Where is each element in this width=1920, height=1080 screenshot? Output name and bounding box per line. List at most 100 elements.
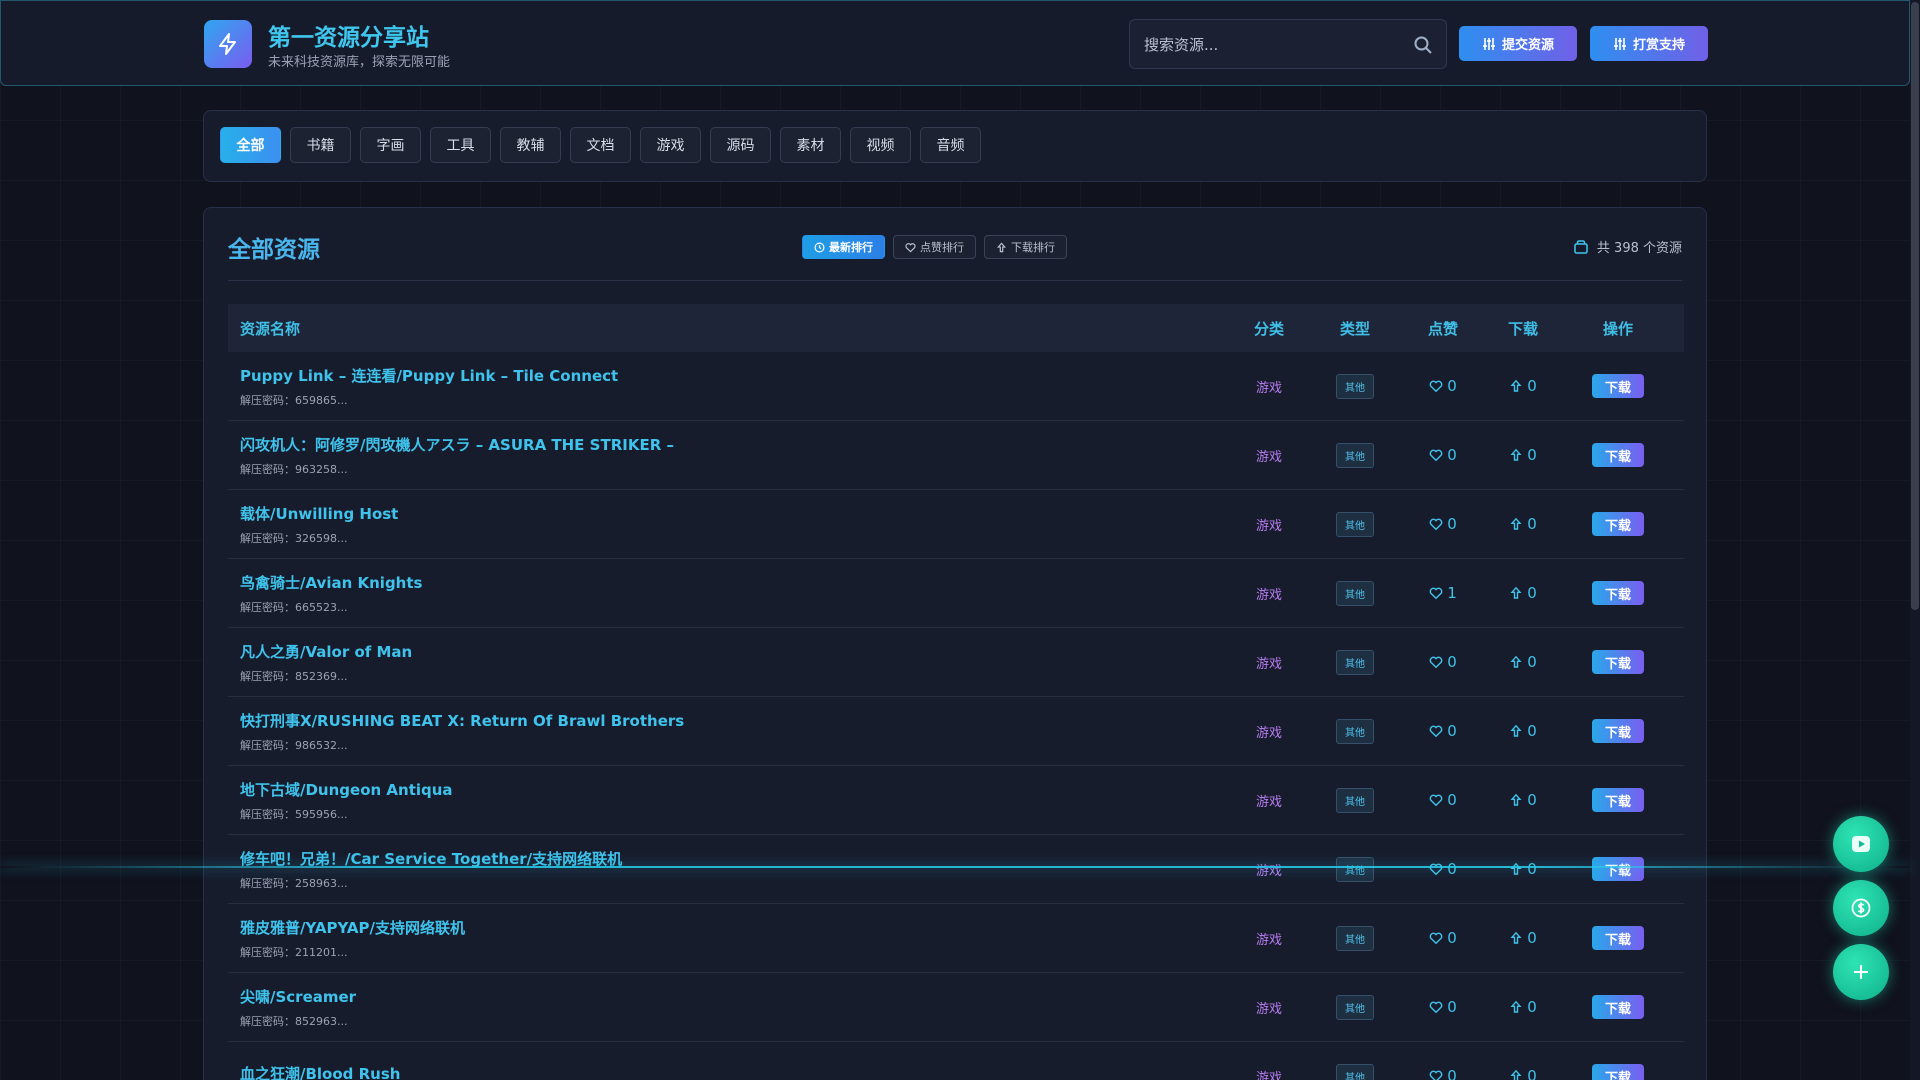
download-button[interactable]: 下载 [1592,926,1644,950]
category-audio[interactable]: 音频 [920,127,981,163]
download-button[interactable]: 下载 [1592,995,1644,1019]
like-button[interactable]: 0 [1429,791,1457,809]
download-button[interactable]: 下载 [1592,650,1644,674]
table-row[interactable]: 血之狂潮/Blood Rush 游戏 其他 0 0 下载 [228,1042,1684,1080]
table-row[interactable]: 尖啸/Screamer 解压密码：852963... 游戏 其他 0 0 下载 [228,973,1684,1042]
donate-float-button[interactable] [1833,880,1889,936]
resource-name-link[interactable]: 凡人之勇/Valor of Man [240,641,1230,662]
like-button[interactable]: 0 [1429,446,1457,464]
category-text[interactable]: 游戏 [1256,588,1282,603]
heart-icon [1429,449,1443,462]
category-text[interactable]: 游戏 [1256,1002,1282,1017]
logo[interactable] [204,20,252,68]
category-calligraphy[interactable]: 字画 [360,127,421,163]
table-row[interactable]: 雅皮雅普/YAPYAP/支持网络联机 解压密码：211201... 游戏 其他 0 0 下载 [228,904,1684,973]
site-title[interactable]: 第一资源分享站 [268,18,429,52]
table-row[interactable]: 闪攻机人：阿修罗/閃攻機人アスラ – ASURA THE STRIKER – 解压… [228,421,1684,490]
table-body: Puppy Link – 连连看/Puppy Link – Tile Conne… [228,352,1684,1080]
category-text[interactable]: 游戏 [1256,1071,1282,1080]
category-text[interactable]: 游戏 [1256,726,1282,741]
download-stat: 0 [1509,929,1537,947]
likes-cell: 0 [1402,929,1484,947]
resource-name-link[interactable]: 快打刑事X/RUSHING BEAT X: Return Of Brawl Br… [240,710,1230,731]
resource-name-link[interactable]: 地下古域/Dungeon Antiqua [240,779,1230,800]
category-text[interactable]: 游戏 [1256,864,1282,879]
category-books[interactable]: 书籍 [290,127,351,163]
resource-name-link[interactable]: 尖啸/Screamer [240,986,1230,1007]
download-button[interactable]: 下载 [1592,512,1644,536]
resource-name-cell: 载体/Unwilling Host 解压密码：326598... [228,503,1230,546]
category-video[interactable]: 视频 [850,127,911,163]
category-all[interactable]: 全部 [220,127,281,163]
header-type[interactable]: 类型 [1308,318,1402,339]
like-button[interactable]: 0 [1429,929,1457,947]
table-row[interactable]: 凡人之勇/Valor of Man 解压密码：852369... 游戏 其他 0 0 下载 [228,628,1684,697]
video-float-button[interactable] [1833,816,1889,872]
scrollbar-thumb[interactable] [1911,2,1919,610]
download-button[interactable]: 下载 [1592,719,1644,743]
header-name[interactable]: 资源名称 [228,318,1230,339]
resource-name-link[interactable]: 修车吧！兄弟！/Car Service Together/支持网络联机 [240,848,1230,869]
category-text[interactable]: 游戏 [1256,381,1282,396]
table-row[interactable]: 鸟禽骑士/Avian Knights 解压密码：665523... 游戏 其他 1 0 下载 [228,559,1684,628]
like-button[interactable]: 0 [1429,515,1457,533]
header-likes[interactable]: 点赞 [1402,318,1484,339]
category-tutoring[interactable]: 教辅 [500,127,561,163]
scrollbar-track[interactable] [1910,0,1920,1080]
sliders-icon [1613,37,1626,50]
category-text[interactable]: 游戏 [1256,450,1282,465]
like-button[interactable]: 0 [1429,860,1457,878]
like-button[interactable]: 0 [1429,722,1457,740]
search-icon[interactable] [1413,35,1433,55]
table-row[interactable]: 修车吧！兄弟！/Car Service Together/支持网络联机 解压密码：… [228,835,1684,904]
header-downloads[interactable]: 下载 [1484,318,1562,339]
download-button[interactable]: 下载 [1592,788,1644,812]
download-button[interactable]: 下载 [1592,374,1644,398]
heart-icon [1429,1001,1443,1014]
category-text[interactable]: 游戏 [1256,519,1282,534]
like-button[interactable]: 0 [1429,998,1457,1016]
downloads-cell: 0 [1484,722,1562,740]
resource-name-link[interactable]: Puppy Link – 连连看/Puppy Link – Tile Conne… [240,365,1230,386]
like-button[interactable]: 0 [1429,377,1457,395]
category-text[interactable]: 游戏 [1256,657,1282,672]
download-count: 0 [1527,584,1537,602]
resource-name-link[interactable]: 载体/Unwilling Host [240,503,1230,524]
resource-name-link[interactable]: 闪攻机人：阿修罗/閃攻機人アスラ – ASURA THE STRIKER – [240,434,1230,455]
category-games[interactable]: 游戏 [640,127,701,163]
download-button[interactable]: 下载 [1592,857,1644,881]
table-row[interactable]: 快打刑事X/RUSHING BEAT X: Return Of Brawl Br… [228,697,1684,766]
like-button[interactable]: 0 [1429,1067,1457,1080]
like-button[interactable]: 1 [1429,584,1457,602]
table-row[interactable]: 地下古域/Dungeon Antiqua 解压密码：595956... 游戏 其他 0 0… [228,766,1684,835]
donate-button[interactable]: 打赏支持 [1590,26,1708,61]
resource-name-link[interactable]: 鸟禽骑士/Avian Knights [240,572,1230,593]
category-tools[interactable]: 工具 [430,127,491,163]
download-stat: 0 [1509,998,1537,1016]
table-row[interactable]: 载体/Unwilling Host 解压密码：326598... 游戏 其他 0 0 下载 [228,490,1684,559]
category-text[interactable]: 游戏 [1256,933,1282,948]
resource-name-link[interactable]: 血之狂潮/Blood Rush [240,1063,1230,1080]
download-button[interactable]: 下载 [1592,1064,1644,1080]
download-button[interactable]: 下载 [1592,443,1644,467]
category-source-code[interactable]: 源码 [710,127,771,163]
header-category[interactable]: 分类 [1230,318,1308,339]
resource-count: 共 398 个资源 [1573,237,1682,256]
action-cell: 下载 [1562,443,1674,467]
type-tag: 其他 [1336,1063,1374,1080]
like-count: 0 [1447,446,1457,464]
sort-latest-button[interactable]: 最新排行 [802,235,885,259]
search-input[interactable] [1144,33,1394,57]
category-documents[interactable]: 文档 [570,127,631,163]
submit-resource-button[interactable]: 提交资源 [1459,26,1577,61]
category-text[interactable]: 游戏 [1256,795,1282,810]
add-float-button[interactable] [1833,944,1889,1000]
download-button[interactable]: 下载 [1592,581,1644,605]
type-cell: 其他 [1308,994,1402,1020]
sort-likes-button[interactable]: 点赞排行 [893,235,976,259]
sort-downloads-button[interactable]: 下载排行 [984,235,1067,259]
like-button[interactable]: 0 [1429,653,1457,671]
resource-name-link[interactable]: 雅皮雅普/YAPYAP/支持网络联机 [240,917,1230,938]
table-row[interactable]: Puppy Link – 连连看/Puppy Link – Tile Conne… [228,352,1684,421]
category-assets[interactable]: 素材 [780,127,841,163]
